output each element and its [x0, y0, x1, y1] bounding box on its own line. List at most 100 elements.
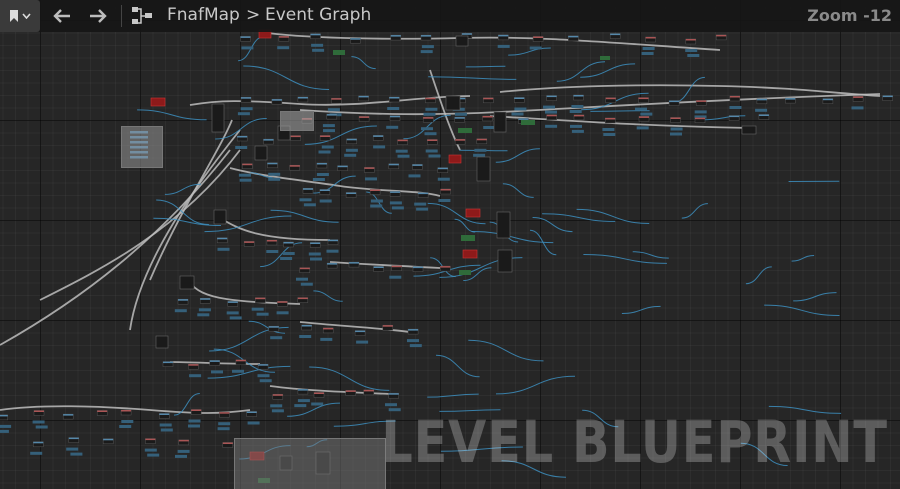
graph-node-header[interactable] — [370, 189, 381, 192]
graph-node-header[interactable] — [310, 33, 321, 36]
function-node[interactable] — [600, 56, 610, 60]
variable-node[interactable] — [270, 404, 283, 408]
graph-node[interactable] — [455, 35, 469, 47]
graph-node-header[interactable] — [390, 35, 401, 37]
graph-node-header[interactable] — [390, 191, 401, 193]
graph-node-header[interactable] — [391, 265, 402, 268]
graph-node-header[interactable] — [408, 329, 419, 331]
variable-node[interactable] — [320, 337, 333, 341]
variable-node[interactable] — [229, 316, 242, 320]
graph-node-header[interactable] — [639, 116, 649, 118]
variable-node[interactable] — [345, 148, 358, 152]
variable-node[interactable] — [188, 424, 200, 428]
graph-node-header[interactable] — [277, 301, 288, 303]
graph-node-header[interactable] — [427, 139, 438, 142]
variable-node[interactable] — [391, 206, 404, 210]
variable-node[interactable] — [174, 309, 187, 313]
variable-node[interactable] — [473, 153, 486, 157]
graph-node-header[interactable] — [388, 163, 399, 166]
graph-node-header[interactable] — [235, 359, 246, 362]
variable-node[interactable] — [545, 124, 558, 128]
variable-node[interactable] — [247, 421, 260, 425]
variable-node[interactable] — [511, 112, 524, 116]
variable-node[interactable] — [319, 199, 332, 203]
graph-node-header[interactable] — [266, 240, 277, 242]
graph-node-header[interactable] — [297, 297, 308, 300]
variable-node[interactable] — [424, 132, 437, 136]
variable-node[interactable] — [308, 252, 321, 256]
graph-node[interactable] — [213, 209, 227, 225]
variable-node[interactable] — [70, 452, 83, 456]
variable-node[interactable] — [294, 404, 307, 408]
variable-node[interactable] — [389, 275, 402, 279]
graph-node-header[interactable] — [695, 117, 705, 120]
variable-node[interactable] — [483, 126, 496, 129]
variable-node[interactable] — [299, 198, 312, 202]
graph-node-header[interactable] — [696, 100, 707, 102]
graph-node-header[interactable] — [337, 165, 348, 168]
variable-node[interactable] — [729, 106, 742, 109]
variable-node[interactable] — [365, 177, 377, 181]
variable-node[interactable] — [409, 344, 422, 348]
variable-node[interactable] — [237, 112, 250, 116]
variable-node[interactable] — [232, 369, 244, 373]
graph-node-header[interactable] — [437, 167, 448, 170]
graph-node-header[interactable] — [268, 326, 279, 328]
graph-node-header[interactable] — [103, 438, 114, 441]
graph-node-header[interactable] — [323, 327, 334, 330]
variable-node[interactable] — [642, 47, 655, 50]
graph-node-header[interactable] — [638, 97, 649, 100]
variable-node[interactable] — [235, 146, 248, 149]
variable-node[interactable] — [266, 250, 279, 253]
variable-node[interactable] — [474, 148, 487, 152]
graph-node-header[interactable] — [328, 239, 338, 242]
variable-node[interactable] — [238, 173, 251, 177]
graph-node-header[interactable] — [240, 36, 251, 38]
variable-node[interactable] — [636, 126, 649, 130]
graph-node-header[interactable] — [178, 299, 188, 301]
graph-node-header[interactable] — [314, 392, 324, 395]
graph-node-header[interactable] — [363, 389, 374, 392]
variable-node[interactable] — [640, 112, 653, 116]
variable-node[interactable] — [670, 132, 682, 136]
graph-node-header[interactable] — [390, 115, 400, 118]
graph-node-header[interactable] — [246, 411, 257, 414]
back-button[interactable] — [42, 0, 82, 32]
graph-node[interactable] — [254, 145, 268, 161]
graph-node-header[interactable] — [271, 99, 282, 101]
graph-node-header[interactable] — [373, 135, 384, 137]
variable-node[interactable] — [370, 204, 383, 208]
variable-node[interactable] — [312, 178, 325, 181]
variable-node[interactable] — [543, 105, 555, 109]
graph-node[interactable] — [741, 125, 757, 135]
variable-node[interactable] — [603, 133, 616, 136]
variable-node[interactable] — [322, 124, 335, 128]
graph-node-header[interactable] — [159, 413, 170, 416]
variable-node[interactable] — [177, 449, 190, 453]
variable-node[interactable] — [408, 174, 421, 178]
variable-node[interactable] — [312, 48, 325, 52]
graph-node-header[interactable] — [729, 115, 740, 118]
variable-node[interactable] — [687, 54, 700, 57]
graph-node-header[interactable] — [822, 98, 833, 101]
graph-node-header[interactable] — [33, 441, 44, 444]
breadcrumb-item-event-graph[interactable]: Event Graph — [265, 5, 371, 25]
graph-node-header[interactable] — [461, 33, 472, 35]
variable-node[interactable] — [545, 110, 557, 114]
graph-node-header[interactable] — [514, 97, 525, 100]
function-node[interactable] — [521, 120, 535, 125]
variable-node[interactable] — [602, 128, 615, 131]
graph-node-header[interactable] — [685, 39, 696, 41]
variable-node[interactable] — [197, 313, 210, 317]
graph-node-header[interactable] — [278, 36, 289, 38]
graph-node-header[interactable] — [716, 34, 727, 37]
graph-node-header[interactable] — [425, 97, 436, 100]
event-node[interactable] — [462, 249, 478, 259]
variable-node[interactable] — [344, 153, 357, 157]
variable-node[interactable] — [755, 108, 768, 112]
variable-node[interactable] — [694, 110, 707, 114]
variable-node[interactable] — [0, 429, 9, 433]
variable-node[interactable] — [421, 127, 433, 131]
graph-node-header[interactable] — [227, 301, 238, 303]
variable-node[interactable] — [32, 420, 45, 424]
